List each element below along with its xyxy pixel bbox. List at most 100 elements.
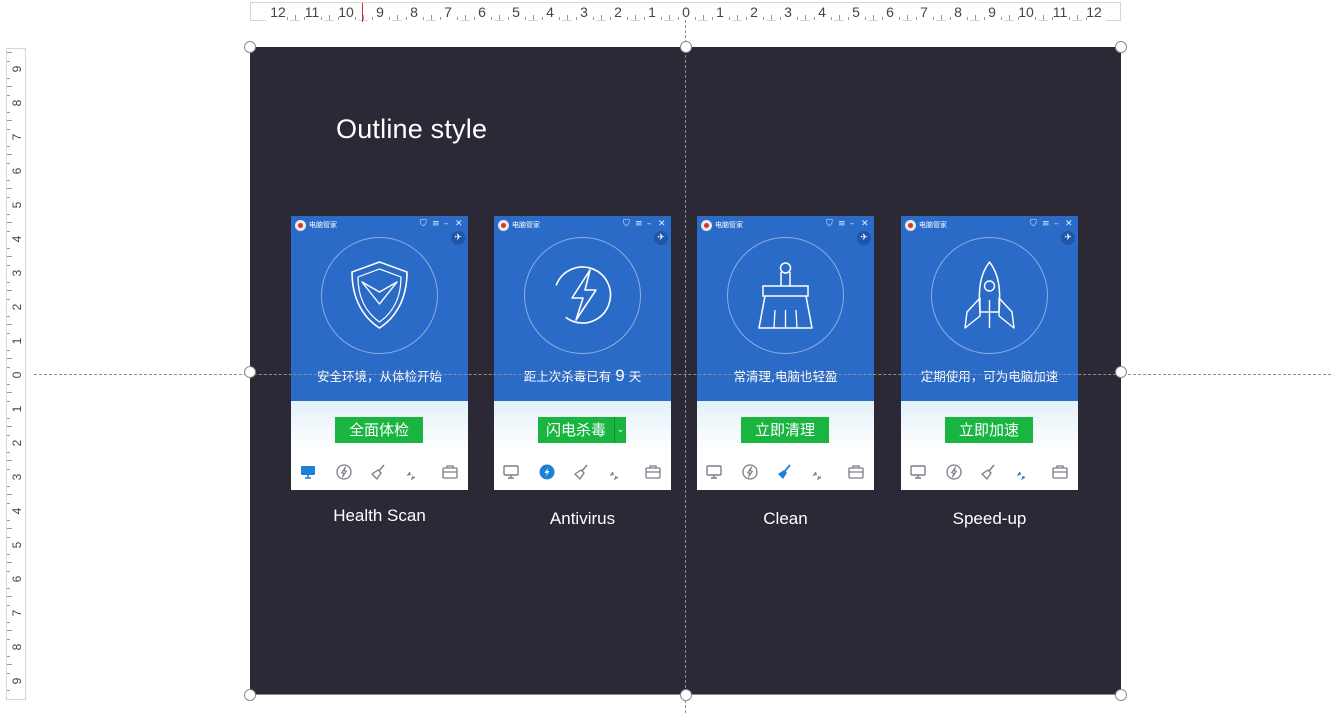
resize-handle-top-right[interactable]	[1115, 41, 1127, 53]
lightning-circle-icon[interactable]	[536, 461, 558, 483]
pin-icon[interactable]: ✈	[1061, 231, 1075, 245]
minimize-icon[interactable]: –	[1054, 218, 1059, 230]
ruler-tick	[898, 17, 900, 20]
card-clean[interactable]: 电脑管家 ⛉ ≡ – ✕ ✈ 常清理,电脑也轻盈 立即清理	[697, 216, 874, 490]
toolbox-icon[interactable]	[439, 461, 461, 483]
broom-icon[interactable]	[978, 461, 1000, 483]
ruler-tick	[7, 689, 10, 691]
vertical-guide[interactable]	[685, 20, 686, 713]
monitor-icon[interactable]	[297, 461, 319, 483]
minimize-icon[interactable]: –	[647, 218, 652, 230]
horizontal-guide[interactable]	[34, 374, 1331, 375]
minimize-icon[interactable]: –	[850, 218, 855, 230]
close-icon[interactable]: ✕	[658, 218, 666, 230]
ruler-tick	[7, 349, 10, 351]
menu-icon[interactable]: ≡	[432, 218, 440, 230]
ruler-tick	[1051, 17, 1053, 20]
ruler-tick	[363, 15, 364, 20]
monitor-icon[interactable]	[703, 461, 725, 483]
close-icon[interactable]: ✕	[1065, 218, 1073, 230]
monitor-icon[interactable]	[500, 461, 522, 483]
ruler-tick	[490, 17, 492, 20]
resize-handle-top-left[interactable]	[244, 41, 256, 53]
close-icon[interactable]: ✕	[455, 218, 463, 230]
ruler-tick	[371, 17, 373, 20]
shield-small-icon[interactable]: ⛉	[1030, 218, 1037, 230]
ruler-label: 0	[9, 368, 25, 382]
ruler-tick	[7, 145, 10, 147]
card-health-scan[interactable]: 电脑管家 ⛉ ≡ – ✕ ✈ 安全环境，从体检开始 全面体检	[291, 216, 468, 490]
ruler-tick	[779, 17, 781, 20]
broom-icon[interactable]	[571, 461, 593, 483]
lightning-circle-icon[interactable]	[739, 461, 761, 483]
rocket-icon[interactable]	[810, 461, 832, 483]
resize-handle-bottom[interactable]	[680, 689, 692, 701]
ruler-tick	[745, 17, 747, 20]
caption-clean[interactable]: Clean	[697, 509, 874, 529]
clean-now-button[interactable]: 立即清理	[741, 417, 829, 443]
chevron-down-icon[interactable]: ⌄	[614, 417, 626, 443]
menu-icon[interactable]: ≡	[1042, 218, 1050, 230]
ruler-tick	[7, 60, 10, 62]
brush-icon	[758, 262, 813, 329]
minimize-icon[interactable]: –	[444, 218, 449, 230]
toolbox-icon[interactable]	[642, 461, 664, 483]
ruler-tick	[830, 17, 832, 20]
lightning-circle-icon[interactable]	[333, 461, 355, 483]
resize-handle-bottom-left[interactable]	[244, 689, 256, 701]
caption-speed-up[interactable]: Speed-up	[901, 509, 1078, 529]
resize-handle-bottom-right[interactable]	[1115, 689, 1127, 701]
rocket-icon[interactable]	[607, 461, 629, 483]
ruler-tick	[694, 17, 696, 20]
toolbox-icon[interactable]	[845, 461, 867, 483]
ruler-tick	[465, 15, 466, 20]
full-checkup-button[interactable]: 全面体检	[335, 417, 423, 443]
resize-handle-right[interactable]	[1115, 366, 1127, 378]
horizontal-ruler[interactable]: 12 11 10 9 8 7 6 5 4 3 2 1 0 1 2 3 4 5 6 7 8 9 10 11 12	[250, 2, 1121, 22]
window-titlebar: 电脑管家 ⛉ ≡ – ✕	[901, 216, 1078, 234]
pin-icon[interactable]: ✈	[451, 231, 465, 245]
ruler-label: 2	[9, 436, 25, 450]
pin-icon[interactable]: ✈	[857, 231, 871, 245]
powerpoint-canvas: 12 11 10 9 8 7 6 5 4 3 2 1 0 1 2 3 4 5 6 7 8 9 10 11 12 9 8 7 6 5 4 3 2…	[0, 0, 1331, 713]
caption-health-scan[interactable]: Health Scan	[291, 506, 468, 526]
caption-antivirus[interactable]: Antivirus	[494, 509, 671, 529]
ruler-tick	[286, 17, 288, 20]
resize-handle-top[interactable]	[680, 41, 692, 53]
monitor-icon[interactable]	[907, 461, 929, 483]
window-titlebar: 电脑管家 ⛉ ≡ – ✕	[697, 216, 874, 234]
ruler-tick	[7, 196, 10, 198]
card-speed-up[interactable]: 电脑管家 ⛉ ≡ – ✕ ✈ 定期使用，可为电脑加速 立即加速	[901, 216, 1078, 490]
card-antivirus[interactable]: 电脑管家 ⛉ ≡ – ✕ ✈ 距上次杀毒已有 9 天 闪电杀毒 ⌄	[494, 216, 671, 490]
rocket-icon[interactable]	[404, 461, 426, 483]
pin-icon[interactable]: ✈	[654, 231, 668, 245]
ruler-tick	[728, 17, 730, 20]
shield-small-icon[interactable]: ⛉	[420, 218, 427, 230]
ruler-tick	[7, 290, 12, 291]
vertical-ruler[interactable]: 9 8 7 6 5 4 3 2 1 0 1 2 3 4 5 6 7 8 9	[6, 48, 26, 700]
shield-small-icon[interactable]: ⛉	[826, 218, 833, 230]
ruler-tick	[405, 17, 407, 20]
rocket-icon[interactable]	[1014, 461, 1036, 483]
slide-title[interactable]: Outline style	[336, 114, 487, 145]
app-logo-icon	[905, 220, 916, 231]
ruler-tick	[7, 77, 10, 79]
ruler-tick	[541, 17, 543, 20]
toolbox-icon[interactable]	[1049, 461, 1071, 483]
shield-small-icon[interactable]: ⛉	[623, 218, 630, 230]
ruler-tick	[7, 621, 10, 623]
speed-up-button[interactable]: 立即加速	[945, 417, 1033, 443]
close-icon[interactable]: ✕	[861, 218, 869, 230]
ruler-tick	[7, 188, 12, 189]
menu-icon[interactable]: ≡	[635, 218, 643, 230]
resize-handle-left[interactable]	[244, 366, 256, 378]
broom-icon[interactable]	[774, 461, 796, 483]
lightning-circle-icon[interactable]	[943, 461, 965, 483]
ruler-tick	[7, 247, 10, 249]
menu-icon[interactable]: ≡	[838, 218, 846, 230]
ruler-tick	[813, 17, 815, 20]
ruler-tick	[303, 17, 305, 20]
ruler-tick	[805, 15, 806, 20]
quick-scan-button[interactable]: 闪电杀毒	[538, 417, 614, 443]
broom-icon[interactable]	[368, 461, 390, 483]
